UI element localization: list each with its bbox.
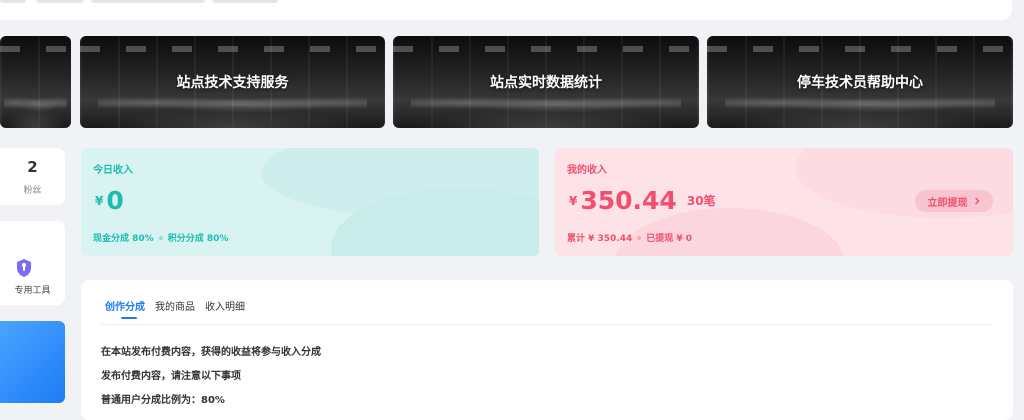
chevron-right-icon xyxy=(974,197,979,205)
tool-label: 专用工具 xyxy=(14,286,51,296)
separator-dot xyxy=(637,236,642,240)
banner-title: 站点技术支持服务 xyxy=(176,75,289,91)
banner-title xyxy=(0,36,71,128)
amount-value: 350.44 xyxy=(580,186,677,215)
today-income-amount: ¥0 xyxy=(95,186,124,215)
revenue-panel: 创作分成 我的商品 收入明细 在本站发布付费内容，获得的收益将参与收入分成 发布… xyxy=(81,280,1013,420)
separator-dot xyxy=(158,236,163,240)
today-income-title: 今日收入 xyxy=(93,165,133,176)
cash-share: 现金分成 80% xyxy=(93,234,154,244)
info-line: 在本站发布付费内容，获得的收益将参与收入分成 xyxy=(101,347,321,358)
total-income: 累计 ¥ 350.44 xyxy=(567,234,633,244)
promo-card[interactable] xyxy=(0,321,65,403)
banner-tech-support[interactable]: 站点技术支持服务 xyxy=(80,36,385,128)
currency-symbol: ¥ xyxy=(569,193,578,208)
top-bar xyxy=(0,0,1012,20)
top-nav-chip[interactable] xyxy=(36,0,84,3)
points-share: 积分分成 80% xyxy=(167,234,229,244)
today-income-shares: 现金分成 80% 积分分成 80% xyxy=(93,231,228,244)
withdrawn-amount: 已提现 ¥ 0 xyxy=(646,234,693,244)
fans-label: 粉丝 xyxy=(23,186,42,196)
banner-realtime-stats[interactable]: 站点实时数据统计 xyxy=(393,36,699,128)
tab-creation-share[interactable]: 创作分成 xyxy=(105,298,145,319)
tools-card[interactable]: 专用工具 xyxy=(0,221,65,305)
info-line: 发布付费内容，请注意以下事项 xyxy=(101,371,241,382)
tab-income-details[interactable]: 收入明细 xyxy=(205,298,245,319)
tab-my-products[interactable]: 我的商品 xyxy=(155,298,195,319)
shield-icon xyxy=(17,259,31,277)
banner-help-center[interactable]: 停车技术员帮助中心 xyxy=(707,36,1013,128)
banner-title: 停车技术员帮助中心 xyxy=(797,75,923,91)
fans-count: 2 xyxy=(27,158,38,176)
divider xyxy=(101,324,993,325)
top-nav-chip[interactable] xyxy=(0,0,26,3)
today-income-card: 今日收入 ¥0 现金分成 80% 积分分成 80% xyxy=(81,148,539,256)
my-income-card: 我的收入 ¥350.44 30笔 立即提现 累计 ¥ 350.44 已提现 ¥ 0 xyxy=(555,148,1013,256)
my-income-summary: 累计 ¥ 350.44 已提现 ¥ 0 xyxy=(567,231,692,244)
transaction-count: 30笔 xyxy=(686,194,716,208)
currency-symbol: ¥ xyxy=(95,193,104,208)
my-income-title: 我的收入 xyxy=(567,165,607,176)
amount-value: 0 xyxy=(106,186,124,215)
top-nav-chip[interactable] xyxy=(212,0,278,3)
withdraw-label: 立即提现 xyxy=(927,197,968,209)
banner-title: 站点实时数据统计 xyxy=(490,75,602,91)
tab-bar: 创作分成 我的商品 收入明细 xyxy=(105,298,245,319)
fans-card[interactable]: 2 粉丝 xyxy=(0,148,65,205)
withdraw-button[interactable]: 立即提现 xyxy=(915,190,993,212)
info-line: 普通用户分成比例为：80% xyxy=(101,395,225,406)
my-income-amount: ¥350.44 30笔 xyxy=(569,186,716,215)
top-nav-chip[interactable] xyxy=(91,0,205,3)
banner-card-partial[interactable] xyxy=(0,36,71,128)
